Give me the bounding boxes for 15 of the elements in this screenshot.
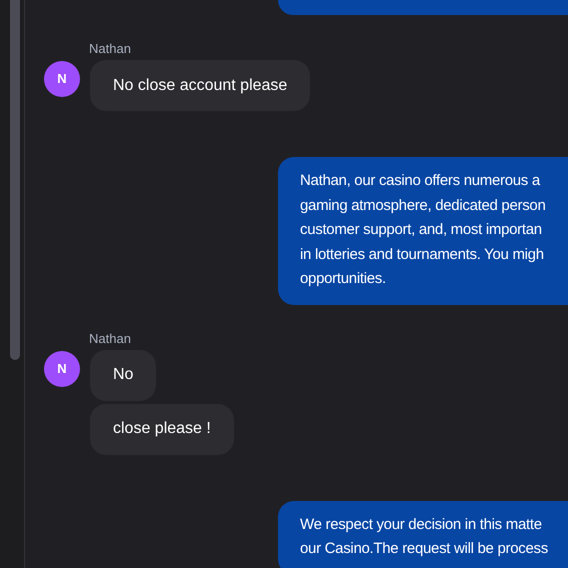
scrollbar-thumb[interactable] [10,0,20,360]
message-text-line: in lotteries and tournaments. You migh [300,244,544,264]
message-text-line: We respect your decision in this matte [300,514,542,534]
message-text-line: customer support, and, most importan [300,220,542,240]
message-bubble: No [90,350,156,400]
message-bubble: close please ! [90,404,234,454]
message-text-line: Nathan, our casino offers numerous a [300,171,540,191]
message-bubble: No close account please [90,60,310,111]
message-text-line: our Casino.The request will be process [300,539,548,559]
message-text-line: opportunities. [300,269,386,289]
sender-name: Nathan [89,41,131,57]
message-text-line: gaming atmosphere, dedicated person [300,196,546,216]
avatar: N [44,350,80,386]
avatar: N [44,61,80,97]
sender-name: Nathan [89,330,131,346]
